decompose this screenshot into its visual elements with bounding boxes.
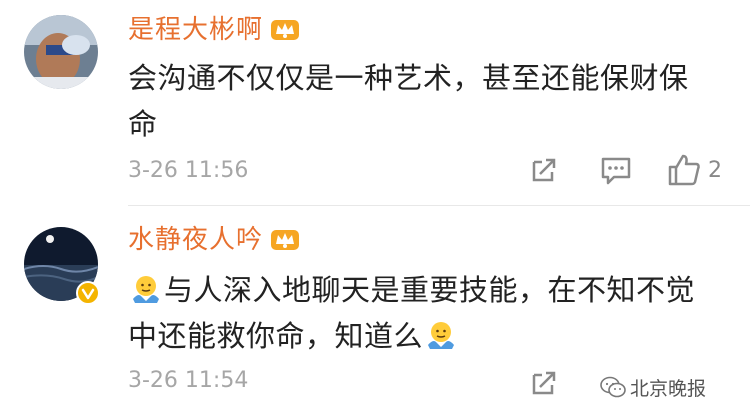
comment-text-line: 命	[128, 107, 158, 141]
crown-icon	[271, 20, 300, 40]
watermark-text: 北京晚报	[630, 377, 707, 400]
comment-icon[interactable]	[598, 152, 634, 188]
avatar[interactable]	[24, 15, 98, 89]
share-icon[interactable]	[526, 365, 562, 401]
comment-item: 是程大彬啊 会沟通不仅仅是一种艺术，甚至还能保财保 命 3-26 11:56 2	[0, 0, 750, 206]
shrug-emoji-icon	[133, 276, 159, 303]
verified-badge-icon	[76, 281, 100, 305]
username-text[interactable]: 是程大彬啊	[128, 15, 263, 45]
comment-text-line: 会沟通不仅仅是一种艺术，甚至还能保财保	[128, 61, 689, 95]
username[interactable]: 是程大彬啊	[128, 14, 301, 46]
watermark: 北京晚报	[600, 372, 706, 402]
comment-text-segment: 中还能救你命，知道么	[128, 319, 424, 353]
thumbs-up-icon[interactable]	[666, 152, 702, 188]
comment-text: 与人深入地聊天是重要技能，在不知不觉 中还能救你命，知道么	[128, 267, 728, 359]
crown-icon	[271, 230, 300, 250]
wechat-logo-icon	[600, 376, 626, 398]
comment-text-line: 与人深入地聊天是重要技能，在不知不觉	[128, 267, 728, 313]
share-icon[interactable]	[526, 152, 562, 188]
timestamp: 3-26 11:56	[128, 158, 249, 183]
shrug-emoji-icon	[428, 322, 455, 349]
comment-text-line: 中还能救你命，知道么	[128, 313, 728, 359]
like-count: 2	[708, 158, 722, 183]
timestamp: 3-26 11:54	[128, 368, 249, 393]
username[interactable]: 水静夜人吟	[128, 224, 301, 256]
username-text[interactable]: 水静夜人吟	[128, 225, 263, 255]
comment-text-segment: 与人深入地聊天是重要技能，在不知不觉	[164, 273, 696, 307]
comment-text: 会沟通不仅仅是一种艺术，甚至还能保财保 命	[128, 55, 728, 147]
